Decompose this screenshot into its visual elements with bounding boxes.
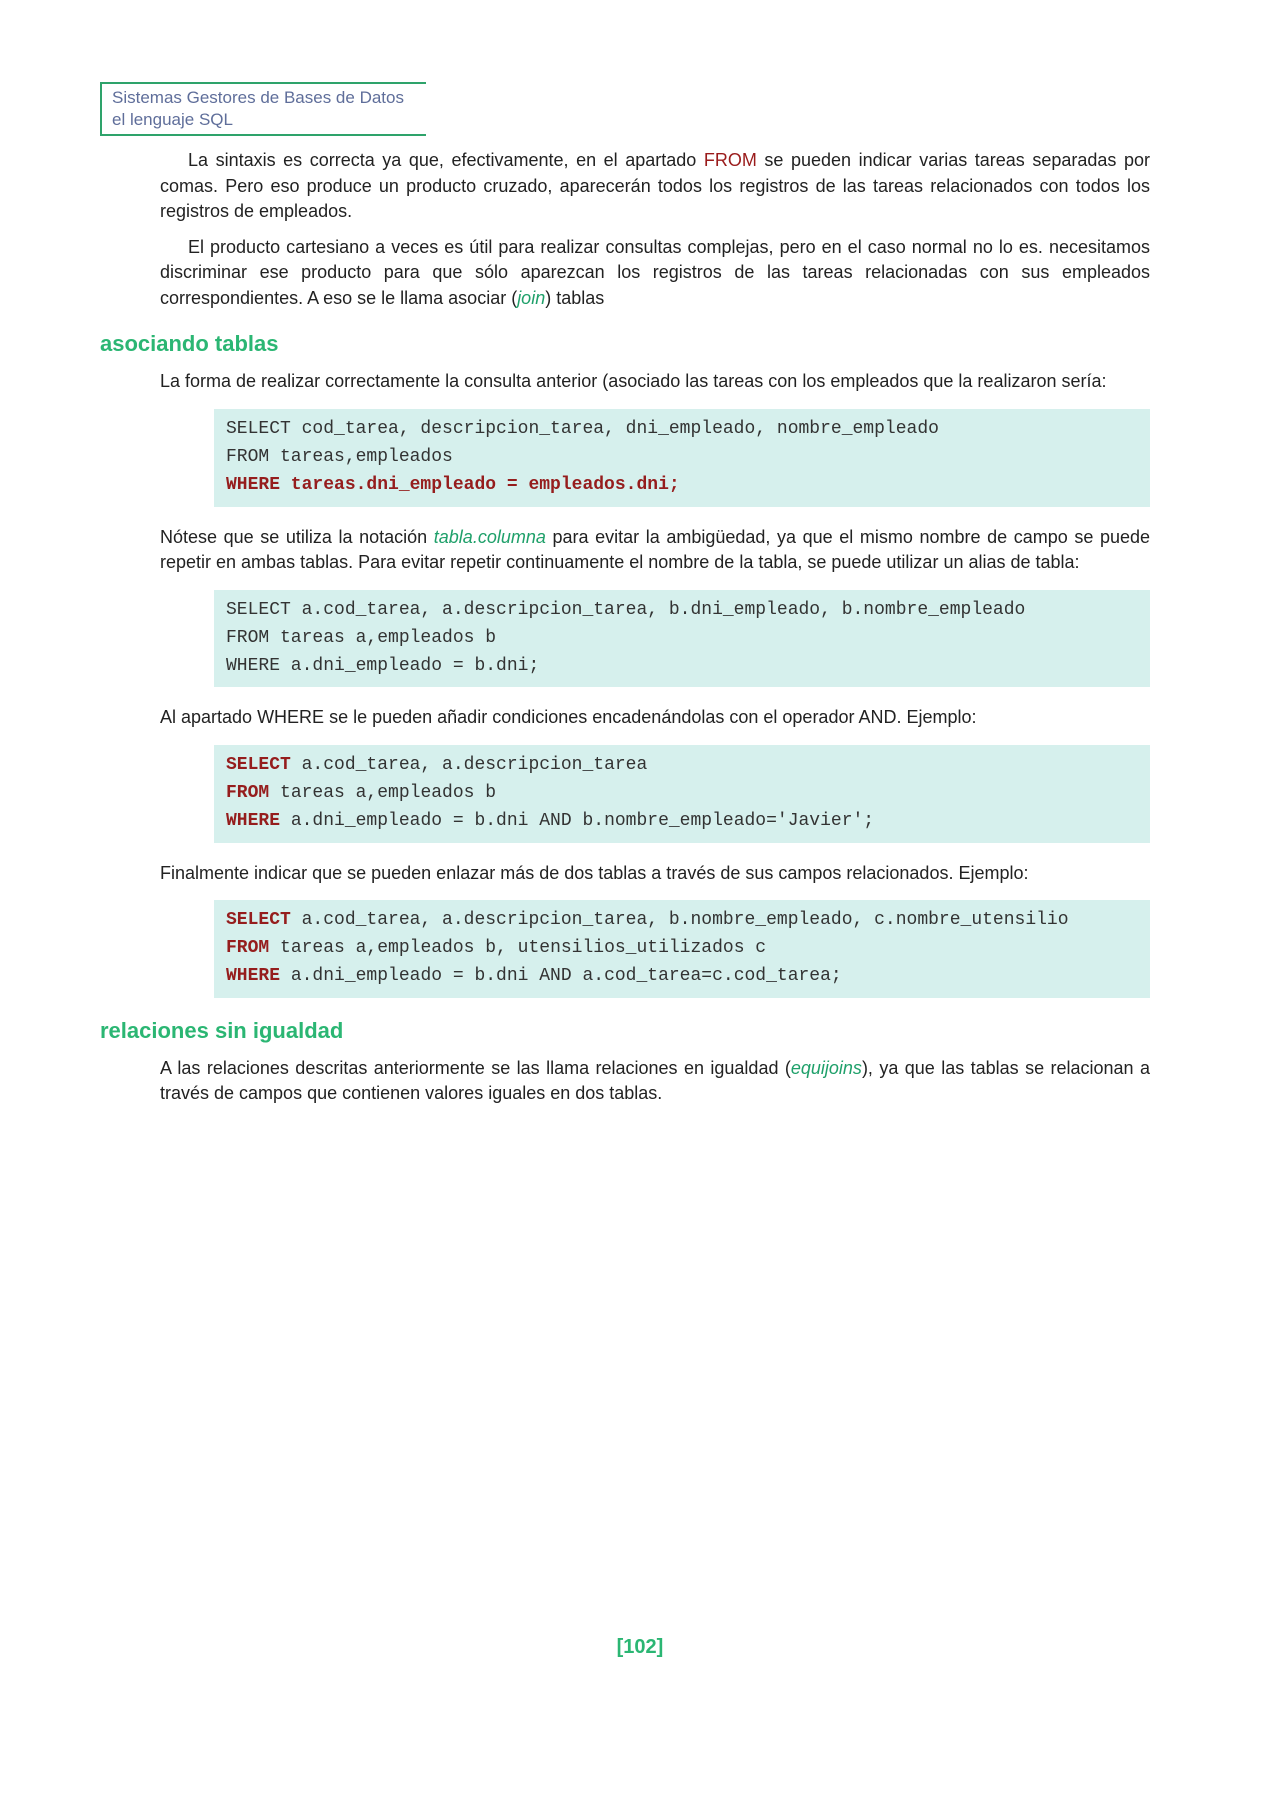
header-line-1: Sistemas Gestores de Bases de Datos — [112, 87, 416, 109]
keyword-where: WHERE — [226, 811, 280, 831]
section-heading-relaciones: relaciones sin igualdad — [100, 1018, 1150, 1044]
code-line: SELECT cod_tarea, descripcion_tarea, dni… — [226, 416, 1138, 444]
keyword-join: join — [517, 288, 545, 308]
code-text: tareas a,empleados b — [269, 783, 496, 803]
paragraph-7: A las relaciones descritas anteriormente… — [160, 1056, 1150, 1107]
text: Nótese que se utiliza la notación — [160, 527, 434, 547]
code-text: tareas a,empleados b, utensilios_utiliza… — [269, 938, 766, 958]
keyword-from: FROM — [226, 783, 269, 803]
code-line: FROM tareas a,empleados b — [226, 780, 1138, 808]
code-block-4: SELECT a.cod_tarea, a.descripcion_tarea,… — [214, 900, 1150, 998]
code-text: a.dni_empleado = b.dni AND b.nombre_empl… — [280, 811, 874, 831]
document-page: Sistemas Gestores de Bases de Datos el l… — [0, 0, 1280, 1809]
code-block-3: SELECT a.cod_tarea, a.descripcion_tarea … — [214, 745, 1150, 843]
text: A las relaciones descritas anteriormente… — [160, 1058, 791, 1078]
paragraph-5: Al apartado WHERE se le pueden añadir co… — [160, 705, 1150, 731]
keyword-equijoins: equijoins — [791, 1058, 862, 1078]
code-block-2: SELECT a.cod_tarea, a.descripcion_tarea,… — [214, 590, 1150, 688]
code-line: WHERE a.dni_empleado = b.dni AND b.nombr… — [226, 808, 1138, 836]
content-area: La sintaxis es correcta ya que, efectiva… — [160, 148, 1150, 1107]
code-line: FROM tareas a,empleados b — [226, 625, 1138, 653]
header-line-2: el lenguaje SQL — [112, 109, 416, 131]
code-line: FROM tareas a,empleados b, utensilios_ut… — [226, 935, 1138, 963]
code-line: FROM tareas,empleados — [226, 444, 1138, 472]
code-text: a.dni_empleado = b.dni AND a.cod_tarea=c… — [280, 966, 842, 986]
paragraph-4: Nótese que se utiliza la notación tabla.… — [160, 525, 1150, 576]
keyword-select: SELECT — [226, 910, 291, 930]
keyword-tabla-columna: tabla.columna — [434, 527, 546, 547]
paragraph-3: La forma de realizar correctamente la co… — [160, 369, 1150, 395]
code-line: WHERE a.dni_empleado = b.dni; — [226, 653, 1138, 681]
text: La sintaxis es correcta ya que, efectiva… — [188, 150, 704, 170]
page-header: Sistemas Gestores de Bases de Datos el l… — [100, 82, 426, 136]
code-text: a.cod_tarea, a.descripcion_tarea, b.nomb… — [291, 910, 1069, 930]
paragraph-6: Finalmente indicar que se pueden enlazar… — [160, 861, 1150, 887]
code-line-strong: WHERE tareas.dni_empleado = empleados.dn… — [226, 472, 1138, 500]
text: ) tablas — [545, 288, 604, 308]
keyword-where: WHERE — [226, 966, 280, 986]
code-line: SELECT a.cod_tarea, a.descripcion_tarea — [226, 752, 1138, 780]
page-number: [102] — [0, 1636, 1280, 1659]
code-text: a.cod_tarea, a.descripcion_tarea — [291, 755, 647, 775]
keyword-from: FROM — [704, 150, 757, 170]
paragraph-1: La sintaxis es correcta ya que, efectiva… — [160, 148, 1150, 225]
keyword-select: SELECT — [226, 755, 291, 775]
code-line: WHERE a.dni_empleado = b.dni AND a.cod_t… — [226, 963, 1138, 991]
code-line: SELECT a.cod_tarea, a.descripcion_tarea,… — [226, 907, 1138, 935]
text: El producto cartesiano a veces es útil p… — [160, 237, 1150, 308]
code-line: SELECT a.cod_tarea, a.descripcion_tarea,… — [226, 597, 1138, 625]
code-block-1: SELECT cod_tarea, descripcion_tarea, dni… — [214, 409, 1150, 507]
section-heading-asociando: asociando tablas — [100, 331, 1150, 357]
keyword-from: FROM — [226, 938, 269, 958]
paragraph-2: El producto cartesiano a veces es útil p… — [160, 235, 1150, 312]
